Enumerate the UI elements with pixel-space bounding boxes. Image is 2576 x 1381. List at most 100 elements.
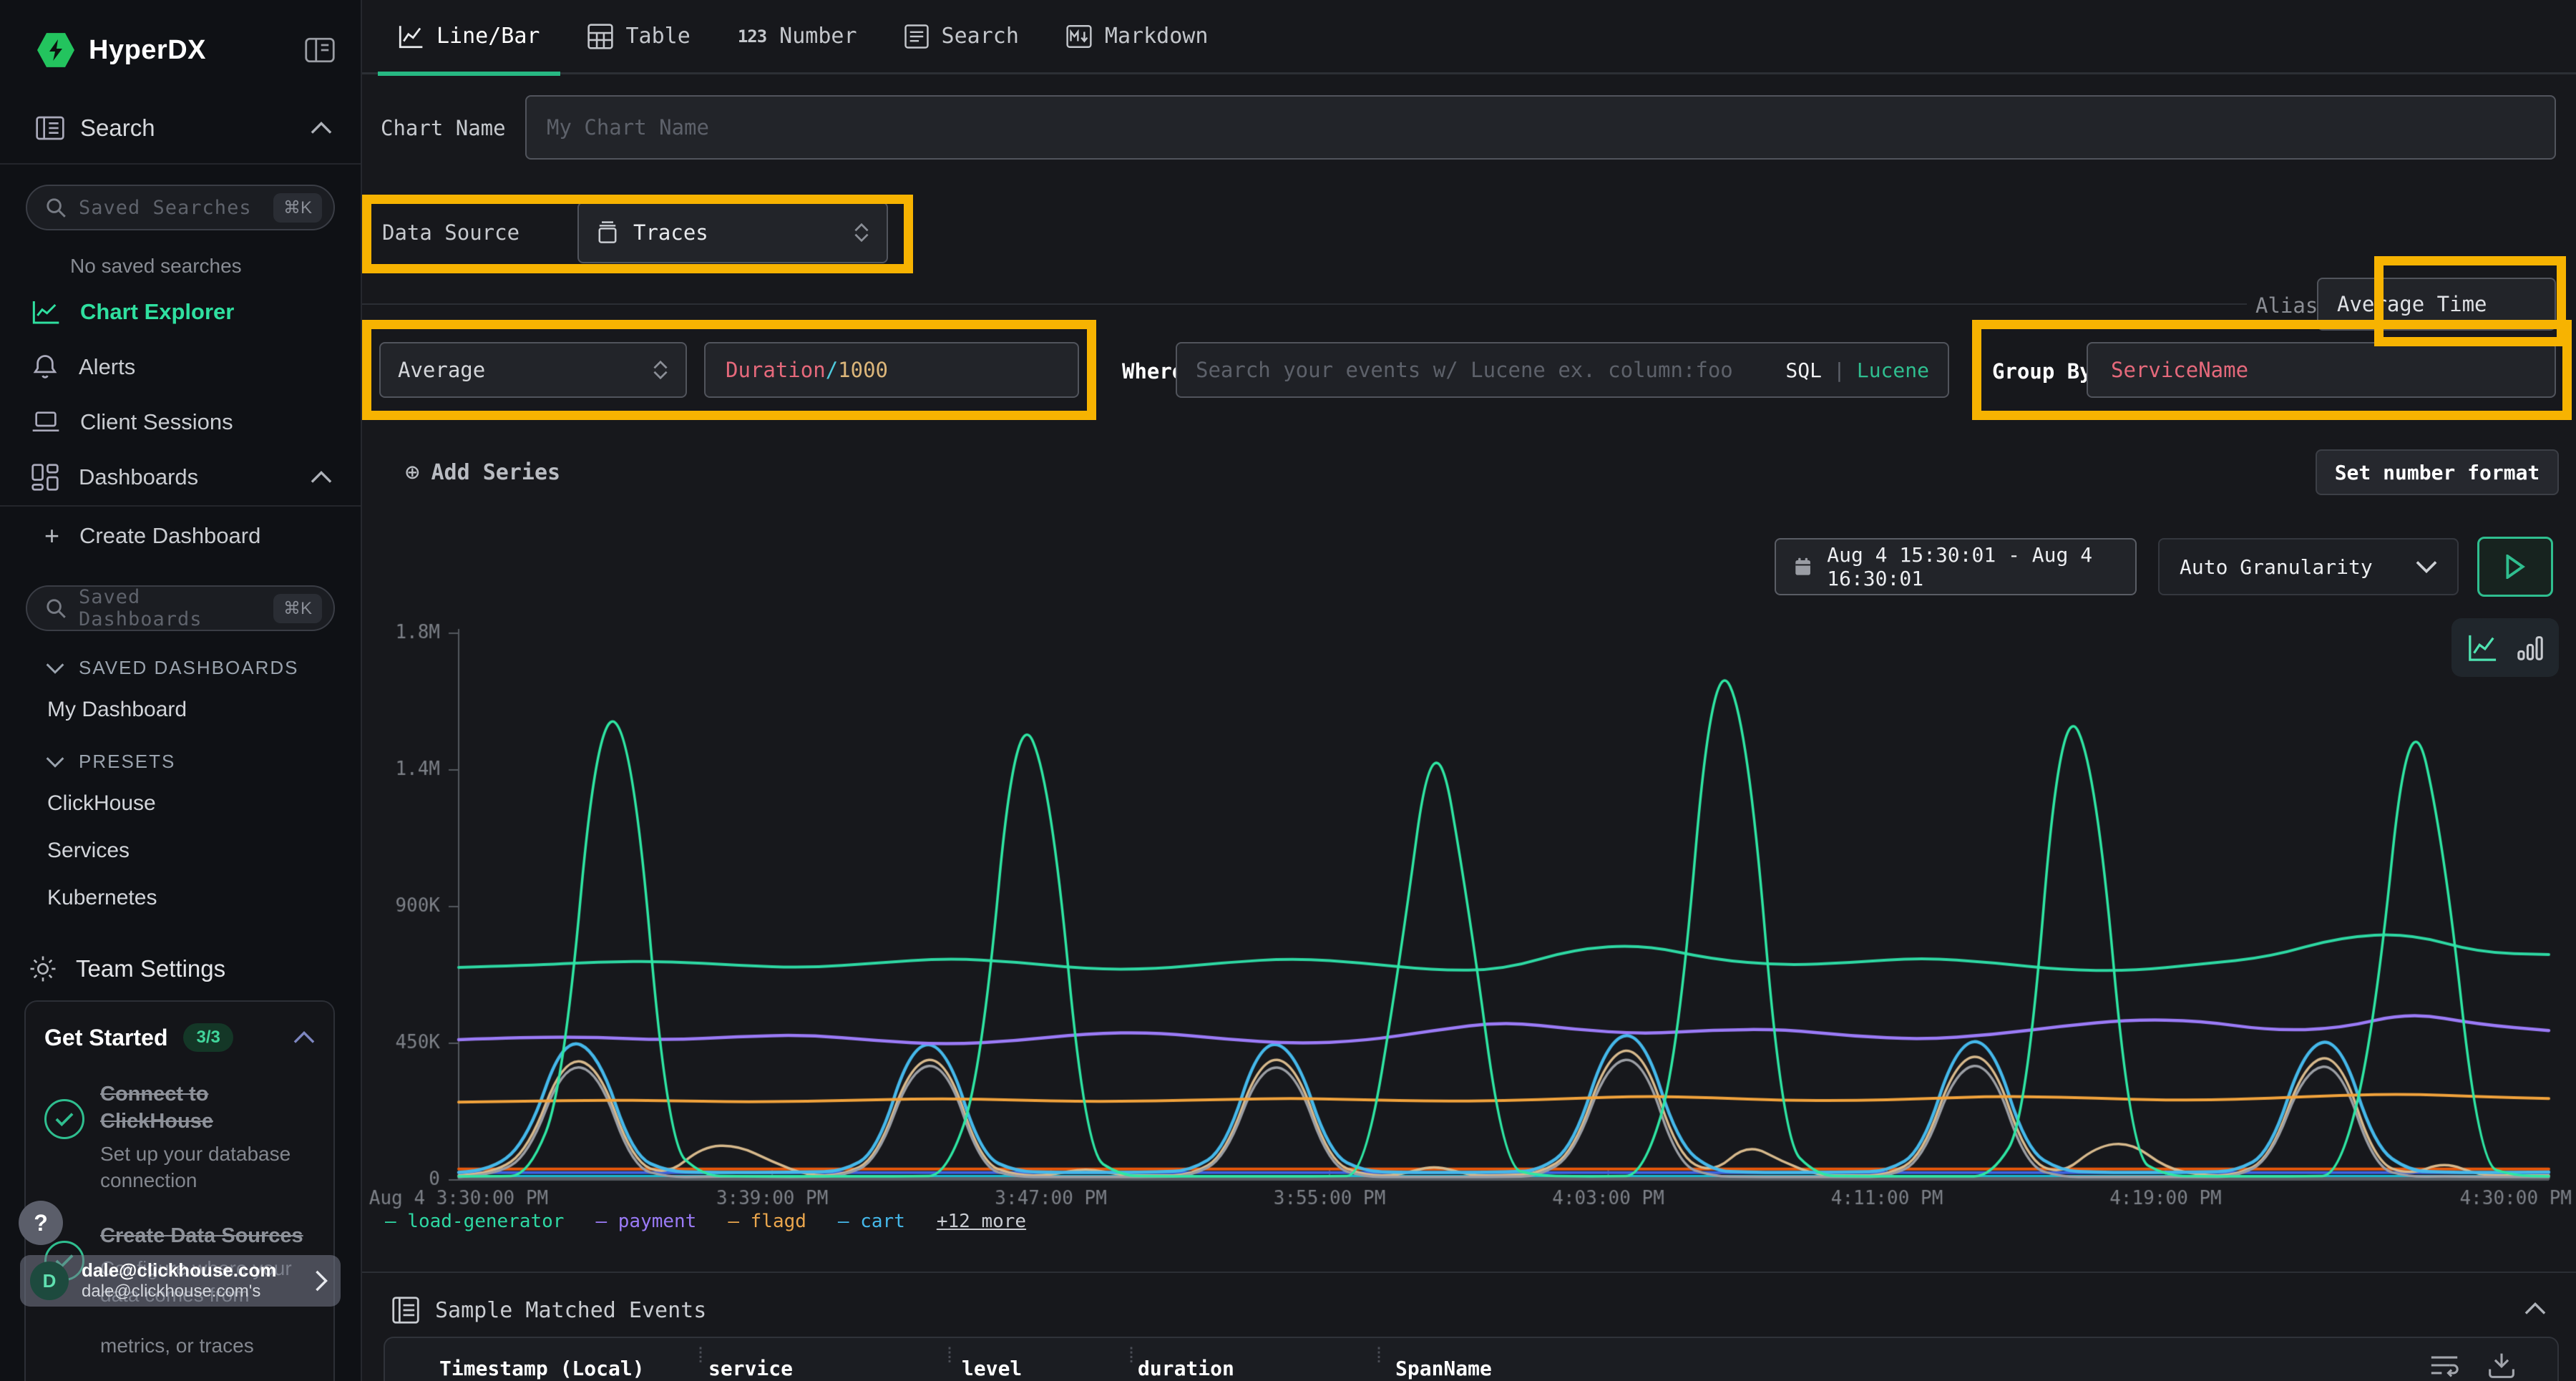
sidebar-item-kubernetes[interactable]: Kubernetes: [0, 874, 361, 922]
dashboard-grid-icon: [31, 464, 59, 491]
run-query-button[interactable]: [2477, 537, 2553, 597]
nav-label: Alerts: [79, 354, 135, 380]
laptop-icon: [31, 410, 60, 434]
data-source-value: Traces: [633, 220, 708, 245]
column-resize-handle[interactable]: ⁞: [943, 1351, 956, 1361]
alias-input[interactable]: Average Time: [2317, 278, 2556, 331]
chevron-up-icon: [311, 471, 332, 484]
lang-sql-toggle[interactable]: SQL: [1785, 358, 1822, 382]
legend-item[interactable]: — payment: [595, 1211, 696, 1232]
check-circle-icon: [44, 1099, 84, 1139]
legend-more-link[interactable]: +12 more: [937, 1211, 1026, 1232]
group-by-value: ServiceName: [2111, 358, 2248, 382]
get-started-item-desc: metrics, or traces: [100, 1332, 254, 1359]
column-resize-handle[interactable]: ⁞: [1372, 1351, 1385, 1361]
nav-label: Dashboards: [79, 464, 198, 490]
events-table-header: Timestamp (Local) ⁞ service ⁞ level ⁞ du…: [384, 1337, 2559, 1381]
chevron-down-icon: [46, 756, 64, 768]
play-icon: [2504, 555, 2526, 579]
create-dashboard-label: Create Dashboard: [79, 523, 260, 549]
sample-events-header: Sample Matched Events: [392, 1297, 706, 1324]
chevron-up-icon: [311, 122, 332, 135]
sidebar-item-clickhouse[interactable]: ClickHouse: [0, 780, 361, 827]
get-started-item[interactable]: metrics, or traces: [44, 1327, 315, 1381]
expression-operator: /: [826, 358, 838, 382]
where-input[interactable]: Search your events w/ Lucene ex. column:…: [1176, 342, 1949, 398]
aggregation-select[interactable]: Average: [379, 342, 687, 398]
text-wrap-icon[interactable]: [2429, 1351, 2460, 1380]
logo-row: HyperDX: [0, 0, 361, 90]
chevron-up-icon[interactable]: [293, 1031, 315, 1044]
tab-search[interactable]: Search: [904, 0, 1019, 74]
shortcut-badge: ⌘K: [273, 594, 322, 623]
legend-item[interactable]: — cart: [838, 1211, 905, 1232]
markdown-icon: [1066, 24, 1092, 49]
search-icon: [44, 196, 67, 219]
plus-circle-icon: ⊕: [405, 458, 419, 487]
presets-group-header[interactable]: PRESETS: [0, 733, 361, 780]
data-source-select[interactable]: Traces: [577, 202, 888, 263]
granularity-select[interactable]: Auto Granularity: [2158, 538, 2459, 595]
column-header-level[interactable]: level: [962, 1357, 1022, 1380]
alias-value: Average Time: [2337, 292, 2487, 316]
timeseries-chart[interactable]: [362, 605, 2576, 1249]
app-title: HyperDX: [89, 35, 291, 66]
tab-line-bar[interactable]: Line/Bar: [398, 0, 540, 74]
chart-name-input[interactable]: My Chart Name: [525, 95, 2556, 160]
sidebar-item-client-sessions[interactable]: Client Sessions: [0, 395, 361, 449]
column-header-service[interactable]: service: [708, 1357, 793, 1380]
sidebar-item-alerts[interactable]: Alerts: [0, 339, 361, 395]
get-started-progress-badge: 3/3: [183, 1023, 233, 1052]
sidebar-item-chart-explorer[interactable]: Chart Explorer: [0, 285, 361, 339]
saved-dashboards-group-header[interactable]: SAVED DASHBOARDS: [0, 640, 361, 686]
chevron-right-icon: [315, 1270, 328, 1292]
chart-name-label: Chart Name: [381, 116, 506, 140]
field-expression-input[interactable]: Duration/1000: [704, 342, 1079, 398]
date-range-value: Aug 4 15:30:01 - Aug 4 16:30:01: [1827, 543, 2117, 590]
column-resize-handle[interactable]: ⁞: [1125, 1351, 1138, 1361]
sidebar-item-my-dashboard[interactable]: My Dashboard: [0, 686, 361, 733]
divider: [362, 1272, 2576, 1273]
column-resize-handle[interactable]: ⁞: [694, 1351, 707, 1361]
column-header-timestamp[interactable]: Timestamp (Local): [439, 1357, 645, 1380]
lang-lucene-toggle[interactable]: Lucene: [1857, 358, 1929, 382]
saved-dashboards-input[interactable]: Saved Dashboards ⌘K: [26, 585, 335, 631]
sidebar-collapse-icon[interactable]: [305, 37, 335, 63]
expression-number: 1000: [838, 358, 888, 382]
sidebar-section-search[interactable]: Search: [0, 90, 361, 163]
team-settings-label: Team Settings: [76, 955, 225, 982]
help-button[interactable]: ?: [19, 1201, 63, 1245]
legend-item[interactable]: — load-generator: [385, 1211, 564, 1232]
user-account-chip[interactable]: D dale@clickhouse.com dale@clickhouse.co…: [20, 1255, 341, 1307]
tab-markdown[interactable]: Markdown: [1066, 0, 1209, 74]
download-icon[interactable]: [2486, 1351, 2517, 1380]
divider: [362, 303, 2247, 305]
chart-name-placeholder: My Chart Name: [547, 115, 709, 140]
aggregation-value: Average: [398, 358, 485, 382]
shortcut-badge: ⌘K: [273, 193, 322, 223]
tab-number[interactable]: 123 Number: [738, 0, 857, 74]
saved-searches-input[interactable]: Saved Searches ⌘K: [26, 185, 335, 230]
tab-table[interactable]: Table: [587, 0, 691, 74]
sidebar-item-services[interactable]: Services: [0, 827, 361, 874]
column-header-duration[interactable]: duration: [1138, 1357, 1234, 1380]
create-dashboard-button[interactable]: + Create Dashboard: [0, 507, 361, 565]
get-started-item-title: Connect to ClickHouse: [100, 1080, 279, 1135]
sidebar-item-dashboards[interactable]: Dashboards: [0, 449, 361, 505]
list-icon: [904, 24, 929, 49]
date-range-input[interactable]: Aug 4 15:30:01 - Aug 4 16:30:01: [1775, 538, 2137, 595]
data-source-label: Data Source: [382, 220, 519, 245]
legend-item[interactable]: — flagd: [728, 1211, 806, 1232]
group-label: PRESETS: [79, 751, 175, 773]
no-saved-searches-text: No saved searches: [0, 239, 361, 285]
nav-label: Chart Explorer: [80, 299, 234, 325]
collapse-section-icon[interactable]: [2524, 1302, 2546, 1315]
group-by-input[interactable]: ServiceName: [2087, 342, 2556, 398]
chart-type-tabbar: Line/Bar Table 123 Number Search Markdow…: [362, 0, 2576, 74]
column-header-spanname[interactable]: SpanName: [1395, 1357, 1492, 1380]
chart-legend: — load-generator — payment — flagd — cart +1…: [385, 1211, 1026, 1232]
get-started-item[interactable]: Connect to ClickHouse Set up your databa…: [44, 1080, 315, 1194]
set-number-format-button[interactable]: Set number format: [2316, 449, 2559, 495]
get-started-title: Get Started: [44, 1025, 167, 1051]
add-series-button[interactable]: ⊕ Add Series: [405, 458, 560, 487]
